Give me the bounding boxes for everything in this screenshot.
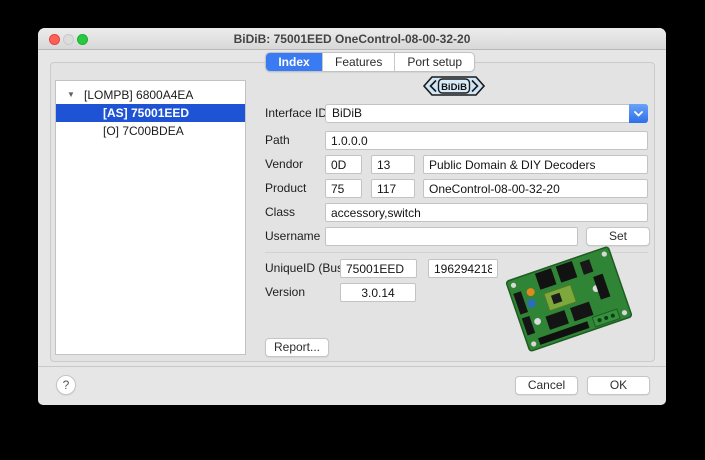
window-title: BiDiB: 75001EED OneControl-08-00-32-20	[38, 28, 666, 50]
vendor-name-input[interactable]	[423, 155, 648, 174]
tree-item-label: [AS] 75001EED	[103, 104, 189, 122]
tree-item-root[interactable]: ▼ [LOMPB] 6800A4EA	[56, 86, 245, 104]
tree-item-selected[interactable]: [AS] 75001EED	[56, 104, 245, 122]
minimize-icon[interactable]	[63, 34, 74, 45]
report-button[interactable]: Report...	[265, 338, 329, 357]
product-dec-input[interactable]	[371, 179, 415, 198]
class-label: Class	[265, 203, 295, 222]
cancel-button[interactable]: Cancel	[515, 376, 578, 395]
tree-item[interactable]: [O] 7C00BDEA	[56, 122, 245, 140]
interface-id-combobox[interactable]: BiDiB	[325, 104, 648, 123]
set-button[interactable]: Set	[586, 227, 650, 246]
version-input[interactable]	[340, 283, 416, 302]
vendor-hex-input[interactable]	[325, 155, 362, 174]
path-label: Path	[265, 131, 290, 150]
chevron-down-icon[interactable]	[629, 104, 648, 123]
path-input[interactable]	[325, 131, 648, 150]
vendor-dec-input[interactable]	[371, 155, 415, 174]
close-icon[interactable]	[49, 34, 60, 45]
tree-item-label: [LOMPB] 6800A4EA	[84, 86, 193, 104]
desktop: BiDiB: 75001EED OneControl-08-00-32-20 I…	[0, 0, 705, 460]
product-label: Product	[265, 179, 306, 198]
svg-text:BiDiB: BiDiB	[441, 82, 467, 93]
ok-button[interactable]: OK	[587, 376, 650, 395]
tab-bar: Index Features Port setup	[265, 52, 475, 72]
node-tree: ▼ [LOMPB] 6800A4EA [AS] 75001EED [O] 7C0…	[55, 80, 246, 355]
uniqueid-hex-input[interactable]	[340, 259, 417, 278]
window: BiDiB: 75001EED OneControl-08-00-32-20 I…	[38, 28, 666, 405]
zoom-icon[interactable]	[77, 34, 88, 45]
username-input[interactable]	[325, 227, 578, 246]
product-hex-input[interactable]	[325, 179, 362, 198]
username-label: Username	[265, 227, 320, 246]
disclosure-triangle-icon[interactable]: ▼	[67, 86, 75, 104]
footer-divider	[38, 366, 666, 367]
combobox-value: BiDiB	[332, 105, 362, 122]
uniqueid-label: UniqueID (Bus)	[265, 259, 347, 278]
vendor-label: Vendor	[265, 155, 303, 174]
pcb-photo	[501, 246, 637, 352]
bidib-logo-icon: BiDiB	[423, 76, 485, 96]
title-bar[interactable]: BiDiB: 75001EED OneControl-08-00-32-20	[38, 28, 666, 50]
tree-item-label: [O] 7C00BDEA	[103, 122, 184, 140]
tab-features[interactable]: Features	[322, 53, 394, 71]
tab-index[interactable]: Index	[266, 53, 322, 71]
tab-port-setup[interactable]: Port setup	[394, 53, 474, 71]
version-label: Version	[265, 283, 305, 302]
uniqueid-dec-input[interactable]	[428, 259, 498, 278]
interface-id-label: Interface ID	[265, 104, 327, 123]
help-button[interactable]: ?	[56, 375, 76, 395]
product-name-input[interactable]	[423, 179, 648, 198]
class-input[interactable]	[325, 203, 648, 222]
